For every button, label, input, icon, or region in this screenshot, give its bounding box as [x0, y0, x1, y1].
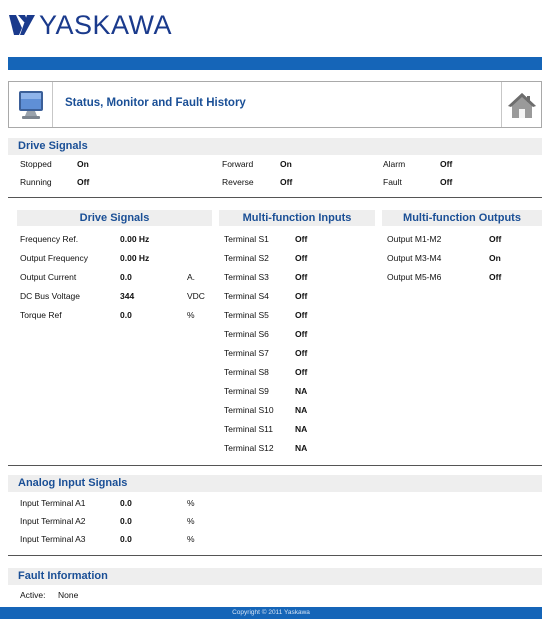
fault-active-label: Active: — [20, 590, 46, 600]
monitor-icon — [9, 82, 53, 127]
analog-value: 0.0 — [120, 516, 132, 526]
analog-label: Input Terminal A3 — [20, 534, 86, 544]
section-divider — [8, 465, 542, 466]
status-value-alarm: Off — [440, 159, 453, 169]
copyright-text: Copyright © 2011 Yaskawa — [232, 609, 310, 616]
multi-outputs-header: Multi-function Outputs — [382, 210, 542, 226]
status-label-forward: Forward — [222, 159, 254, 169]
brand-name: YASKAWA — [39, 9, 173, 40]
signal-label: Output Current — [20, 272, 77, 282]
drive-status-header: Drive Signals — [8, 138, 542, 155]
input-label: Terminal S1 — [224, 234, 269, 244]
status-value-stopped: On — [77, 159, 89, 169]
drive-status-title: Drive Signals — [18, 140, 88, 152]
input-value: Off — [295, 310, 308, 320]
output-value: On — [489, 253, 501, 263]
fault-info-title: Fault Information — [18, 570, 108, 582]
fault-active-value: None — [58, 590, 79, 600]
yaskawa-logo-mark-icon — [9, 15, 35, 35]
yaskawa-logo: YASKAWA — [8, 8, 172, 42]
analog-unit: % — [187, 516, 195, 526]
home-icon — [507, 92, 536, 118]
multi-inputs-header: Multi-function Inputs — [219, 210, 375, 226]
input-label: Terminal S3 — [224, 272, 269, 282]
input-label: Terminal S11 — [224, 424, 273, 434]
page-title: Status, Monitor and Fault History — [65, 97, 246, 109]
input-value: NA — [295, 424, 308, 434]
output-label: Output M3-M4 — [387, 253, 442, 263]
signal-label: Torque Ref — [20, 310, 62, 320]
signal-label: DC Bus Voltage — [20, 291, 81, 301]
drive-signals-header: Drive Signals — [17, 210, 212, 226]
input-value: Off — [295, 367, 308, 377]
signal-unit: % — [187, 310, 195, 320]
input-label: Terminal S7 — [224, 348, 269, 358]
input-value: Off — [295, 253, 308, 263]
status-label-running: Running — [20, 177, 52, 187]
input-value: NA — [295, 405, 308, 415]
input-value: NA — [295, 443, 308, 453]
input-label: Terminal S6 — [224, 329, 269, 339]
status-value-fault: Off — [440, 177, 453, 187]
analog-label: Input Terminal A2 — [20, 516, 86, 526]
output-label: Output M5-M6 — [387, 272, 442, 282]
output-value: Off — [489, 234, 502, 244]
input-label: Terminal S2 — [224, 253, 269, 263]
analog-inputs-header: Analog Input Signals — [8, 475, 542, 492]
status-label-stopped: Stopped — [20, 159, 52, 169]
signal-value: 0.0 — [120, 272, 132, 282]
signal-value: 0.00 Hz — [120, 253, 150, 263]
analog-unit: % — [187, 534, 195, 544]
input-value: Off — [295, 329, 308, 339]
signal-value: 0.00 Hz — [120, 234, 150, 244]
status-label-fault: Fault — [383, 177, 402, 187]
analog-label: Input Terminal A1 — [20, 498, 86, 508]
status-label-alarm: Alarm — [383, 159, 406, 169]
analog-unit: % — [187, 498, 195, 508]
analog-value: 0.0 — [120, 498, 132, 508]
output-value: Off — [489, 272, 502, 282]
input-label: Terminal S10 — [224, 405, 274, 415]
input-value: NA — [295, 386, 308, 396]
status-label-reverse: Reverse — [222, 177, 254, 187]
signal-label: Frequency Ref. — [20, 234, 79, 244]
signal-value: 344 — [120, 291, 135, 301]
signal-unit: A. — [187, 272, 196, 282]
section-divider — [8, 197, 542, 198]
input-label: Terminal S4 — [224, 291, 269, 301]
status-value-forward: On — [280, 159, 292, 169]
title-bar: Status, Monitor and Fault History — [8, 81, 542, 128]
section-divider — [8, 555, 542, 556]
input-value: Off — [295, 348, 308, 358]
status-value-reverse: Off — [280, 177, 293, 187]
analog-inputs-title: Analog Input Signals — [18, 477, 128, 489]
input-value: Off — [295, 291, 308, 301]
input-label: Terminal S12 — [224, 443, 274, 453]
footer: Copyright © 2011 Yaskawa — [0, 607, 542, 619]
input-label: Terminal S5 — [224, 310, 269, 320]
status-value-running: Off — [77, 177, 90, 187]
input-value: Off — [295, 234, 308, 244]
fault-info-header: Fault Information — [8, 568, 542, 585]
analog-value: 0.0 — [120, 534, 132, 544]
signal-unit: VDC — [187, 291, 205, 301]
input-label: Terminal S9 — [224, 386, 269, 396]
input-value: Off — [295, 272, 308, 282]
signal-label: Output Frequency — [20, 253, 89, 263]
signal-value: 0.0 — [120, 310, 132, 320]
output-label: Output M1-M2 — [387, 234, 442, 244]
top-bar — [8, 57, 542, 70]
input-label: Terminal S8 — [224, 367, 269, 377]
home-button[interactable] — [501, 82, 541, 127]
